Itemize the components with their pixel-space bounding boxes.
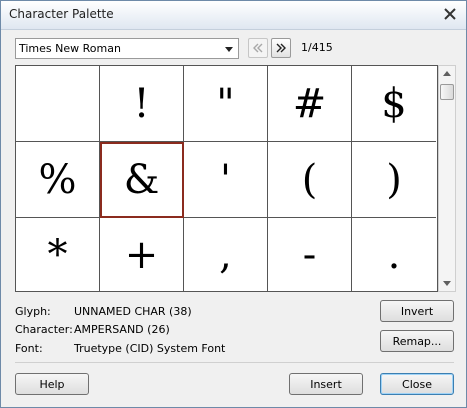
remap-button[interactable]: Remap... [380, 330, 454, 352]
page-counter: 1/415 [301, 41, 333, 54]
glyph-value: UNNAMED CHAR (38) [74, 305, 192, 318]
glyph-cell-3[interactable]: # [268, 66, 352, 142]
glyph-grid-scrollbar[interactable] [438, 65, 456, 292]
chevron-down-icon [223, 43, 235, 55]
invert-button[interactable]: Invert [380, 300, 454, 322]
help-button[interactable]: Help [15, 373, 89, 395]
glyph-cell-4[interactable]: $ [352, 66, 436, 142]
glyph-cell-2[interactable]: " [184, 66, 268, 142]
glyph-cell-1[interactable]: ! [100, 66, 184, 142]
insert-button[interactable]: Insert [289, 373, 363, 395]
glyph-cell-13[interactable]: - [268, 218, 352, 291]
character-palette-window: Character Palette Times New Roman 1/415 … [0, 0, 467, 408]
glyph-label: Glyph: [15, 305, 51, 318]
glyph-grid: ! " # $ % & ' ( ) * + , - . [15, 65, 438, 292]
glyph-cell-14[interactable]: . [352, 218, 436, 291]
character-label: Character: [15, 323, 73, 336]
font-select[interactable]: Times New Roman [15, 38, 239, 59]
glyph-cell-9[interactable]: ) [352, 142, 436, 218]
glyph-cell-5[interactable]: % [16, 142, 100, 218]
triangle-up-icon[interactable] [439, 66, 455, 82]
scrollbar-thumb[interactable] [440, 84, 454, 100]
font-select-value: Times New Roman [19, 42, 121, 55]
glyph-cell-6[interactable]: & [100, 142, 184, 218]
close-window-icon[interactable] [443, 7, 457, 21]
separator [15, 362, 454, 363]
close-button[interactable]: Close [380, 373, 454, 395]
previous-page-button[interactable] [248, 38, 268, 58]
double-chevron-right-icon [276, 43, 286, 53]
glyph-cell-7[interactable]: ' [184, 142, 268, 218]
character-value: AMPERSAND (26) [74, 323, 170, 336]
font-value: Truetype (CID) System Font [74, 342, 226, 355]
glyph-cell-11[interactable]: + [100, 218, 184, 291]
next-page-button[interactable] [271, 38, 291, 58]
title-bar[interactable]: Character Palette [1, 1, 466, 30]
glyph-cell-10[interactable]: * [16, 218, 100, 291]
double-chevron-left-icon [253, 43, 263, 53]
triangle-down-icon[interactable] [439, 275, 455, 291]
font-label: Font: [15, 342, 43, 355]
glyph-cell-0[interactable] [16, 66, 100, 142]
glyph-cell-8[interactable]: ( [268, 142, 352, 218]
window-title: Character Palette [9, 7, 114, 21]
glyph-cell-12[interactable]: , [184, 218, 268, 291]
